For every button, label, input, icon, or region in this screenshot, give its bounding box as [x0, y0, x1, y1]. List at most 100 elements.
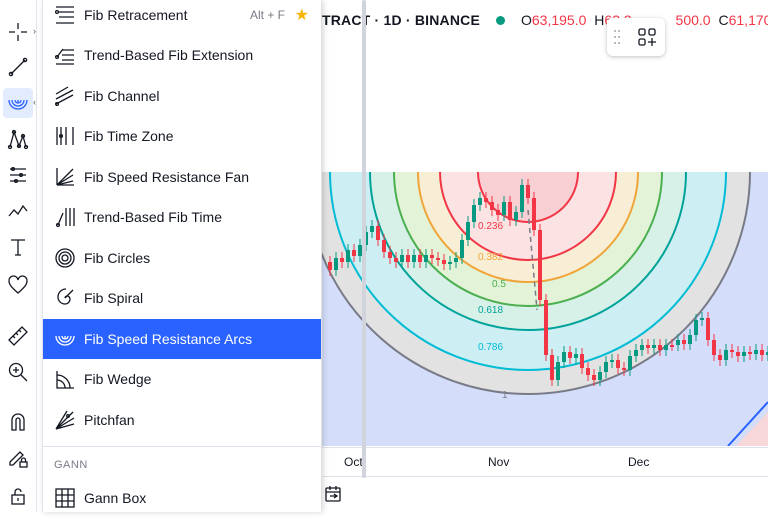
fib-level-label: 0.236 [478, 221, 503, 232]
forecast-icon[interactable] [3, 160, 33, 190]
menu-item-fib-circles[interactable]: Fib Circles [43, 238, 321, 278]
ruler-icon[interactable] [3, 321, 33, 351]
heart-icon[interactable] [3, 270, 33, 300]
candle-body [706, 318, 710, 340]
menu-item-fib-wedge[interactable]: Fib Wedge [43, 359, 321, 399]
drag-handle-icon[interactable] [613, 29, 621, 45]
symbol-title[interactable]: TRACT · 1D · BINANCE [322, 12, 480, 28]
menu-item-fib-spiral[interactable]: Fib Spiral [43, 278, 321, 318]
menu-item-label: Fib Circles [84, 250, 151, 266]
symbol-header: TRACT · 1D · BINANCEO63,195.0 H63,3 500.… [322, 12, 768, 28]
menu-item-label: Fib Spiral [84, 290, 144, 306]
menu-item-label: Fib Channel [84, 88, 160, 104]
menu-item-fib-channel[interactable]: Fib Channel [43, 76, 321, 116]
chevron-left-icon[interactable]: ‹ [33, 97, 36, 107]
menu-item-gann-box[interactable]: Gann Box [43, 478, 321, 518]
time-axis[interactable]: Oct Nov Dec [322, 447, 768, 476]
candle-body [724, 350, 728, 360]
chevron-right-icon[interactable]: › [33, 26, 36, 36]
fib-circles-icon [52, 245, 78, 271]
fib-spiral-icon [52, 285, 78, 311]
candle-body [700, 318, 704, 320]
section-header: GANN [54, 459, 88, 471]
candle-body [400, 255, 404, 262]
candle-body [616, 360, 620, 368]
close-label: C [718, 12, 729, 28]
fib-arcs-drawing[interactable]: 0.236 0.382 0.5 0.618 0.786 1 [322, 0, 768, 446]
candle-body [484, 198, 488, 202]
candle-body [628, 356, 632, 370]
candle-body [658, 345, 662, 350]
candle-body [436, 258, 440, 260]
candle-body [418, 255, 422, 262]
candle-body [688, 335, 692, 344]
menu-item-label: Fib Retracement [84, 7, 188, 23]
menu-item-pitchfan[interactable]: Pitchfan [43, 400, 321, 440]
candle-body [580, 354, 584, 368]
candle-body [718, 355, 722, 360]
candle-body [490, 202, 494, 210]
lock-pencil-icon[interactable] [3, 443, 33, 473]
candle-body [430, 255, 434, 258]
time-axis-label: Dec [628, 455, 650, 469]
menu-scrollbar[interactable] [362, 0, 366, 478]
candle-body [532, 198, 536, 230]
menu-item-fib-speed-resistance-arcs[interactable]: Fib Speed Resistance Arcs [43, 319, 321, 359]
fib-arcs-icon[interactable] [3, 88, 33, 118]
candle-body [550, 355, 554, 380]
crosshair-icon[interactable] [3, 17, 33, 47]
chart-canvas[interactable]: 0.236 0.382 0.5 0.618 0.786 1 [322, 0, 768, 512]
trend-line-icon[interactable] [3, 52, 33, 82]
candle-body [382, 240, 386, 252]
menu-item-fib-time-zone[interactable]: Fib Time Zone [43, 116, 321, 156]
candle-body [646, 345, 650, 348]
add-widget-icon[interactable] [637, 27, 657, 47]
menu-item-trend-based-fib-extension[interactable]: Trend-Based Fib Extension [43, 35, 321, 75]
candle-body [346, 250, 350, 262]
gann-box-icon [52, 485, 78, 511]
candle-body [466, 222, 470, 240]
menu-item-fib-retracement[interactable]: Fib Retracement Alt + F ★ [43, 0, 321, 35]
candle-body [448, 262, 452, 264]
fib-level-label: 0.786 [478, 342, 503, 353]
fib-level-label: 0.5 [492, 279, 506, 290]
magnet-icon[interactable] [3, 407, 33, 437]
fib-arcs-icon [52, 326, 78, 352]
calendar-goto-icon[interactable] [323, 484, 343, 504]
candle-body [460, 240, 464, 258]
menu-item-label: Gann Box [84, 490, 147, 506]
candle-body [424, 255, 428, 262]
lock-icon[interactable] [3, 481, 33, 511]
favorite-star-icon[interactable]: ★ [295, 5, 309, 25]
pattern-icon[interactable] [3, 124, 33, 154]
menu-item-trend-based-fib-time[interactable]: Trend-Based Fib Time [43, 197, 321, 237]
open-value: 63,195.0 [531, 12, 587, 28]
fib-channel-icon [52, 83, 78, 109]
candle-body [370, 226, 374, 232]
candle-body [568, 352, 572, 358]
brush-icon[interactable] [3, 196, 33, 226]
fib-retracement-icon [52, 2, 78, 28]
menu-item-label: Trend-Based Fib Extension [84, 47, 254, 63]
candle-body [442, 260, 446, 264]
text-icon[interactable] [3, 232, 33, 262]
candle-body [598, 372, 602, 380]
chart-area[interactable]: 0.236 0.382 0.5 0.618 0.786 1 TRACT · 1D · BI… [322, 0, 768, 512]
fib-time-icon [52, 204, 78, 230]
menu-item-label: Fib Speed Resistance Arcs [84, 331, 253, 347]
fib-extension-icon [52, 42, 78, 68]
candle-body [514, 212, 518, 220]
menu-item-fib-speed-resistance-fan[interactable]: Fib Speed Resistance Fan [43, 157, 321, 197]
candle-body [682, 340, 686, 344]
candle-body [586, 368, 590, 375]
candle-body [694, 320, 698, 335]
candle-body [592, 375, 596, 380]
market-status-dot [496, 16, 505, 26]
zoom-in-icon[interactable] [3, 357, 33, 387]
candle-body [412, 255, 416, 262]
time-axis-label: Oct [344, 455, 363, 469]
candle-body [544, 300, 548, 355]
candle-body [478, 198, 482, 205]
candle-body [334, 258, 338, 270]
candle-body [664, 345, 668, 350]
